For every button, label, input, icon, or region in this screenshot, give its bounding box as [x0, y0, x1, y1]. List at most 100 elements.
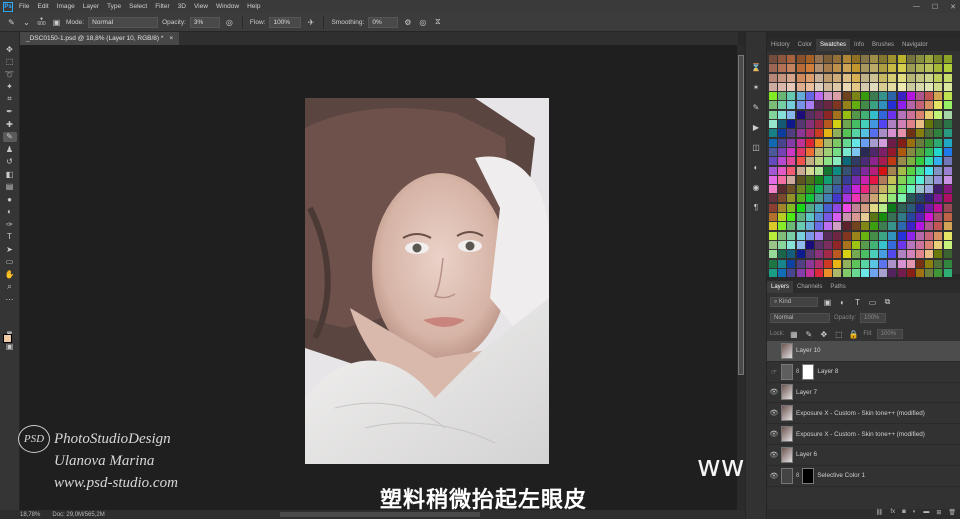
history-brush-tool-icon[interactable]: ↺	[3, 157, 17, 168]
color-swatch[interactable]	[934, 240, 943, 249]
color-swatch[interactable]	[833, 92, 842, 101]
color-swatch[interactable]	[814, 92, 823, 101]
layer-name[interactable]: Selective Color 1	[817, 472, 865, 479]
color-swatch[interactable]	[897, 55, 906, 63]
color-swatch[interactable]	[906, 110, 915, 119]
color-swatch[interactable]	[925, 175, 934, 184]
color-swatch[interactable]	[814, 82, 823, 91]
color-swatch[interactable]	[916, 55, 924, 63]
tab-paths[interactable]: Paths	[826, 281, 849, 293]
color-swatch[interactable]	[796, 55, 805, 63]
color-swatch[interactable]	[916, 157, 924, 166]
tab-navigator[interactable]: Navigator	[898, 39, 932, 51]
color-swatch[interactable]	[842, 240, 851, 249]
color-swatch[interactable]	[796, 175, 805, 184]
libraries-icon[interactable]: ◉	[750, 182, 762, 192]
color-swatch[interactable]	[787, 157, 796, 166]
layer-name[interactable]: Layer 6	[796, 451, 817, 458]
color-swatch[interactable]	[943, 138, 952, 147]
menu-window[interactable]: Window	[216, 3, 239, 10]
color-swatch[interactable]	[916, 175, 924, 184]
color-swatch[interactable]	[778, 147, 787, 156]
opacity-field[interactable]: 3%	[189, 16, 220, 28]
eraser-tool-icon[interactable]: ◧	[3, 169, 17, 180]
menu-filter[interactable]: Filter	[155, 3, 169, 10]
color-swatch[interactable]	[879, 64, 888, 73]
color-swatch[interactable]	[796, 194, 805, 203]
color-swatch[interactable]	[805, 175, 814, 184]
color-swatch[interactable]	[787, 268, 796, 277]
color-swatch[interactable]	[888, 55, 897, 63]
fill-field[interactable]: 100%	[876, 329, 903, 339]
color-swatch[interactable]	[860, 157, 869, 166]
color-swatch[interactable]	[906, 101, 915, 110]
color-swatch[interactable]	[787, 147, 796, 156]
color-swatch[interactable]	[851, 222, 860, 231]
color-swatch[interactable]	[879, 129, 888, 138]
color-swatch[interactable]	[796, 185, 805, 194]
color-swatch[interactable]	[943, 203, 952, 212]
color-swatch[interactable]	[833, 138, 842, 147]
color-swatch[interactable]	[897, 203, 906, 212]
color-swatch[interactable]	[860, 231, 869, 240]
color-swatch[interactable]	[925, 240, 934, 249]
color-swatch[interactable]	[833, 55, 842, 63]
color-swatch[interactable]	[842, 82, 851, 91]
color-swatch[interactable]	[870, 194, 879, 203]
color-swatch[interactable]	[925, 166, 934, 175]
color-swatch[interactable]	[796, 120, 805, 129]
color-swatch[interactable]	[870, 213, 879, 222]
color-swatch[interactable]	[897, 92, 906, 101]
color-swatch[interactable]	[906, 92, 915, 101]
shape-tool-icon[interactable]: ▭	[3, 257, 17, 268]
color-swatch[interactable]	[769, 129, 777, 138]
color-swatch[interactable]	[870, 222, 879, 231]
color-swatch[interactable]	[851, 110, 860, 119]
flow-field[interactable]: 100%	[269, 16, 302, 28]
color-swatch[interactable]	[778, 240, 787, 249]
color-swatch[interactable]	[943, 231, 952, 240]
healing-brush-tool-icon[interactable]: ✚	[3, 119, 17, 130]
color-swatch[interactable]	[888, 222, 897, 231]
color-swatch[interactable]	[888, 157, 897, 166]
layer-name[interactable]: Layer 7	[796, 389, 817, 396]
color-swatch[interactable]	[814, 259, 823, 268]
eye-icon[interactable]: 👁	[767, 409, 781, 417]
color-swatch[interactable]	[824, 268, 833, 277]
color-swatch[interactable]	[769, 268, 777, 277]
color-swatch[interactable]	[916, 73, 924, 82]
color-swatch[interactable]	[805, 138, 814, 147]
menu-layer[interactable]: Layer	[83, 3, 99, 10]
color-swatch[interactable]	[870, 250, 879, 259]
color-swatch[interactable]	[934, 175, 943, 184]
color-swatch[interactable]	[796, 92, 805, 101]
color-swatch[interactable]	[879, 203, 888, 212]
color-swatch[interactable]	[916, 268, 924, 277]
color-swatch[interactable]	[925, 129, 934, 138]
color-swatch[interactable]	[796, 250, 805, 259]
crop-tool-icon[interactable]: ⌗	[3, 94, 17, 105]
color-swatch[interactable]	[833, 240, 842, 249]
color-swatch[interactable]	[860, 147, 869, 156]
color-swatch[interactable]	[879, 231, 888, 240]
actions-play-icon[interactable]: ▶	[750, 122, 762, 132]
color-swatch[interactable]	[934, 55, 943, 63]
color-swatch[interactable]	[787, 250, 796, 259]
color-swatch[interactable]	[833, 213, 842, 222]
color-swatch[interactable]	[906, 175, 915, 184]
color-swatch[interactable]	[851, 250, 860, 259]
color-swatch[interactable]	[860, 138, 869, 147]
color-swatch[interactable]	[842, 166, 851, 175]
color-swatch[interactable]	[897, 259, 906, 268]
color-swatch[interactable]	[805, 92, 814, 101]
color-swatch[interactable]	[943, 259, 952, 268]
color-swatch[interactable]	[888, 203, 897, 212]
color-swatch[interactable]	[842, 120, 851, 129]
color-swatch[interactable]	[925, 82, 934, 91]
menu-image[interactable]: Image	[57, 3, 75, 10]
color-swatch[interactable]	[787, 231, 796, 240]
color-swatch[interactable]	[842, 231, 851, 240]
color-swatch[interactable]	[778, 120, 787, 129]
color-swatch[interactable]	[943, 82, 952, 91]
color-swatch[interactable]	[860, 129, 869, 138]
